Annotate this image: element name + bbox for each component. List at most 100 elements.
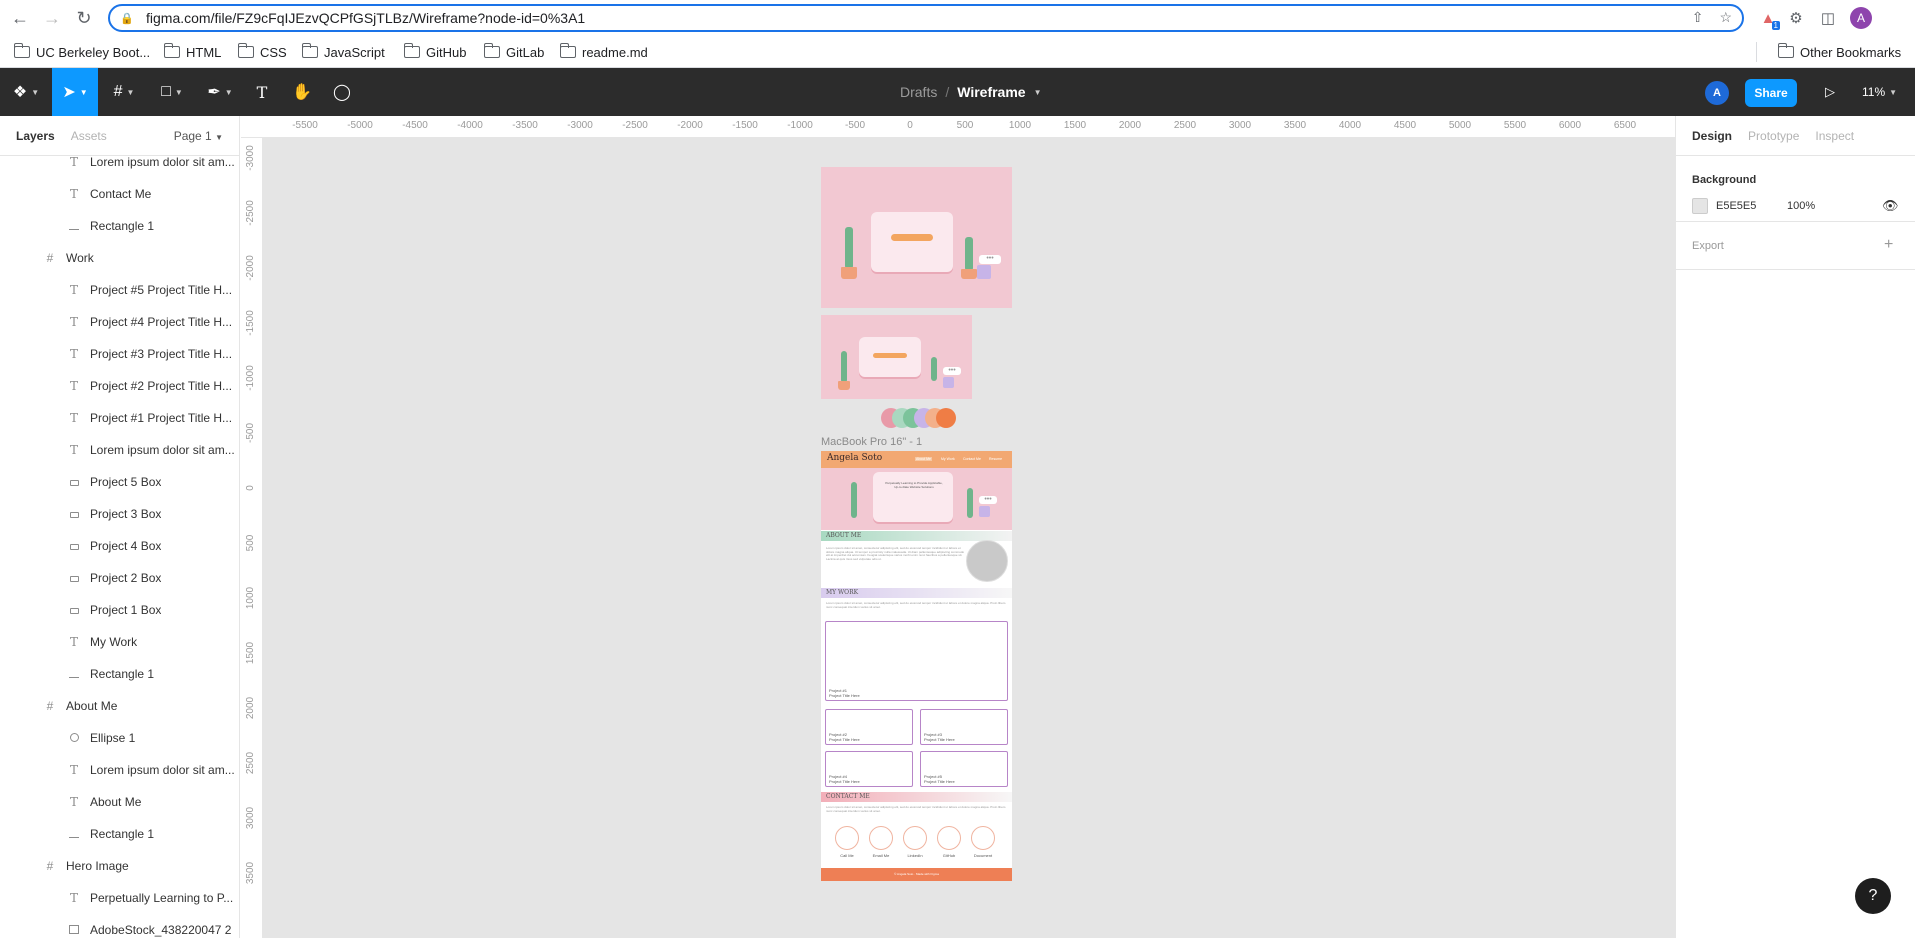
layer-name: Rectangle 1 bbox=[90, 827, 155, 841]
layer-name: Project #1 Project Title H... bbox=[90, 411, 233, 425]
background-hex[interactable]: E5E5E5 bbox=[1716, 200, 1756, 212]
hero-image-large[interactable]: ••• bbox=[821, 167, 1012, 308]
layer-name: Project #3 Project Title H... bbox=[90, 347, 233, 361]
layer-item[interactable]: Project 1 Box bbox=[0, 594, 239, 626]
ellipse-icon bbox=[66, 731, 82, 745]
bookmark-gitlab[interactable]: GitLab bbox=[483, 42, 544, 62]
tab-design[interactable]: Design bbox=[1692, 129, 1732, 143]
share-page-icon[interactable]: ⇧ bbox=[1692, 9, 1704, 26]
ruler-tick-label: 3500 bbox=[1283, 120, 1307, 131]
color-swatch[interactable] bbox=[936, 408, 956, 428]
comment-tool-icon[interactable]: ◯ bbox=[328, 68, 356, 116]
extension-icon[interactable]: ▲ 1 bbox=[1756, 6, 1780, 30]
layer-item[interactable]: Project 5 Box bbox=[0, 466, 239, 498]
layer-item[interactable]: T Contact Me bbox=[0, 178, 239, 210]
forward-arrow-icon[interactable]: → bbox=[40, 6, 64, 30]
bookmark-github[interactable]: GitHub bbox=[403, 42, 466, 62]
help-button[interactable]: ? bbox=[1855, 878, 1891, 914]
layer-name: Lorem ipsum dolor sit am... bbox=[90, 155, 235, 169]
layer-item[interactable]: # Hero Image bbox=[0, 850, 239, 882]
project-5-box[interactable]: Project #5 Project Title Here bbox=[920, 751, 1008, 787]
layer-item[interactable]: T My Work bbox=[0, 626, 239, 658]
project-3-box[interactable]: Project #3 Project Title Here bbox=[920, 709, 1008, 745]
shape-tool-icon[interactable]: □ ▼ bbox=[152, 68, 192, 116]
ruler-tick-label: -4000 bbox=[457, 120, 483, 131]
side-panel-icon[interactable]: ◫ bbox=[1816, 6, 1840, 30]
hero-image-small[interactable]: ••• bbox=[821, 315, 972, 399]
address-bar[interactable]: 🔒 figma.com/file/FZ9cFqIJEzvQCPfGSjTLBz/… bbox=[108, 4, 1744, 32]
layer-item[interactable]: T Lorem ipsum dolor sit am... bbox=[0, 754, 239, 786]
layer-item[interactable]: T Project #5 Project Title H... bbox=[0, 274, 239, 306]
add-export-icon[interactable]: + bbox=[1884, 236, 1893, 254]
chevron-down-icon[interactable]: ▼ bbox=[1034, 88, 1042, 97]
user-avatar[interactable]: A bbox=[1705, 81, 1729, 105]
layer-item[interactable]: Project 3 Box bbox=[0, 498, 239, 530]
layer-item[interactable]: Project 4 Box bbox=[0, 530, 239, 562]
bookmark-javascript[interactable]: JavaScript bbox=[301, 42, 385, 62]
layer-item[interactable]: T Project #3 Project Title H... bbox=[0, 338, 239, 370]
other-bookmarks[interactable]: Other Bookmarks bbox=[1777, 42, 1901, 62]
bookmark-star-icon[interactable]: ☆ bbox=[1719, 9, 1732, 26]
layer-item[interactable]: Rectangle 1 bbox=[0, 658, 239, 690]
macbook-frame[interactable]: Angela Soto About Me My Work Contact Me … bbox=[821, 451, 1012, 881]
pen-tool-icon[interactable]: ✒ ▼ bbox=[200, 68, 240, 116]
text-tool-icon[interactable]: T bbox=[248, 68, 276, 116]
layer-name: Project #2 Project Title H... bbox=[90, 379, 233, 393]
layer-item[interactable]: AdobeStock_438220047 2 bbox=[0, 914, 239, 938]
bookmark-css[interactable]: CSS bbox=[237, 42, 287, 62]
move-tool-icon[interactable]: ➤ ▼ bbox=[52, 68, 98, 116]
page-selector[interactable]: Page 1 ▼ bbox=[174, 129, 223, 143]
drafts-link[interactable]: Drafts bbox=[900, 84, 937, 100]
folder-icon bbox=[483, 43, 500, 58]
project-4-box[interactable]: Project #4 Project Title Here bbox=[825, 751, 913, 787]
share-button[interactable]: Share bbox=[1745, 79, 1797, 107]
layer-item[interactable]: T Project #4 Project Title H... bbox=[0, 306, 239, 338]
project-1-box[interactable]: Project #1 Project Title Here bbox=[825, 621, 1008, 701]
ruler-tick-label: 3000 bbox=[245, 806, 256, 830]
zoom-dropdown[interactable]: 11% ▼ bbox=[1862, 68, 1897, 116]
layer-item[interactable]: # About Me bbox=[0, 690, 239, 722]
hand-tool-icon[interactable]: ✋ bbox=[288, 68, 316, 116]
background-swatch[interactable] bbox=[1692, 198, 1708, 214]
layer-item[interactable]: T About Me bbox=[0, 786, 239, 818]
design-canvas[interactable]: ••• ••• MacBook Pro 16" - 1 Angela Soto … bbox=[263, 138, 1675, 938]
tab-inspect[interactable]: Inspect bbox=[1815, 129, 1854, 143]
bookmark-berkeley[interactable]: UC Berkeley Boot... bbox=[13, 42, 150, 62]
project-2-box[interactable]: Project #2 Project Title Here bbox=[825, 709, 913, 745]
rectangle-icon bbox=[66, 475, 82, 489]
ruler-tick-label: 3500 bbox=[245, 861, 256, 885]
text-icon: T bbox=[69, 795, 78, 809]
reload-icon[interactable]: ↻ bbox=[72, 6, 96, 30]
bookmark-html[interactable]: HTML bbox=[163, 42, 221, 62]
tab-assets[interactable]: Assets bbox=[71, 129, 107, 143]
profile-avatar[interactable]: A bbox=[1850, 7, 1872, 29]
main-menu-icon[interactable]: ❖ ▼ bbox=[8, 68, 44, 116]
ruler-tick-label: -5000 bbox=[347, 120, 373, 131]
layer-item[interactable]: T Project #2 Project Title H... bbox=[0, 370, 239, 402]
image-icon bbox=[66, 923, 82, 937]
tab-layers[interactable]: Layers bbox=[16, 129, 55, 143]
layer-item[interactable]: T Lorem ipsum dolor sit am... bbox=[0, 146, 239, 178]
eye-icon[interactable]: 👁 bbox=[1882, 198, 1899, 214]
background-opacity[interactable]: 100% bbox=[1787, 200, 1815, 212]
monitor-illustration bbox=[871, 212, 953, 272]
layer-item[interactable]: Rectangle 1 bbox=[0, 818, 239, 850]
frame-label[interactable]: MacBook Pro 16" - 1 bbox=[821, 436, 922, 448]
layer-item[interactable]: Project 2 Box bbox=[0, 562, 239, 594]
bookmark-readme[interactable]: readme.md bbox=[559, 42, 648, 62]
bookmark-label: JavaScript bbox=[324, 44, 385, 60]
layer-item[interactable]: # Work bbox=[0, 242, 239, 274]
layer-name: Work bbox=[66, 251, 94, 265]
layer-item[interactable]: T Project #1 Project Title H... bbox=[0, 402, 239, 434]
tab-prototype[interactable]: Prototype bbox=[1748, 129, 1799, 143]
layer-item[interactable]: Rectangle 1 bbox=[0, 210, 239, 242]
layer-item[interactable]: T Perpetually Learning to P... bbox=[0, 882, 239, 914]
layer-item[interactable]: Ellipse 1 bbox=[0, 722, 239, 754]
puzzle-icon[interactable]: ⚙ bbox=[1784, 6, 1808, 30]
back-arrow-icon[interactable]: ← bbox=[8, 6, 32, 30]
layer-item[interactable]: T Lorem ipsum dolor sit am... bbox=[0, 434, 239, 466]
file-name[interactable]: Wireframe bbox=[957, 84, 1025, 100]
frame-tool-icon[interactable]: # ▼ bbox=[104, 68, 144, 116]
text-icon: T bbox=[69, 443, 78, 457]
present-play-icon[interactable]: ▷ bbox=[1818, 80, 1842, 104]
